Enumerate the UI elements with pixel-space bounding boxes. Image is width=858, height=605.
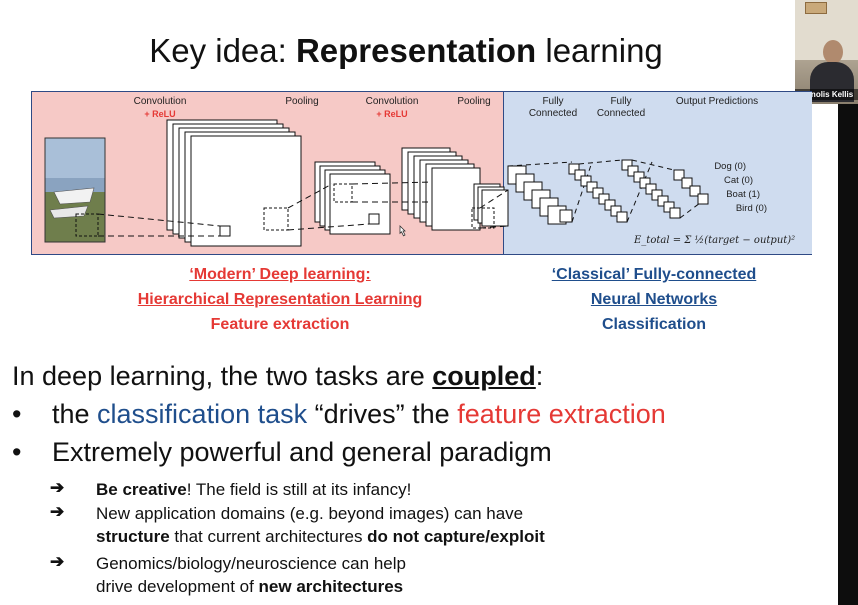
label-pool2: Pooling	[457, 96, 491, 107]
sub-2-line1: New application domains (e.g. beyond ima…	[96, 504, 524, 523]
main-statement-bold: coupled	[432, 361, 536, 391]
label-fc1-line1: Fully	[542, 96, 564, 107]
title-part1: Key idea:	[149, 32, 296, 69]
caption-left-line2: Hierarchical Representation Learning	[137, 291, 423, 308]
main-statement: In deep learning, the two tasks are coup…	[12, 361, 543, 392]
label-pool1: Pooling	[285, 96, 319, 107]
label-fc1: Fully Connected	[522, 96, 584, 120]
output-dog: Dog (0)	[714, 161, 746, 172]
output-boat: Boat (1)	[726, 189, 760, 200]
caption-right-line2: Neural Networks	[590, 291, 718, 308]
input-image-sky	[45, 138, 105, 178]
caption-left-line1: ‘Modern’ Deep learning:	[189, 266, 371, 283]
main-statement-end: :	[535, 361, 544, 391]
fc3-layer	[621, 159, 681, 219]
label-conv1: Convolution + ReLU	[120, 96, 200, 120]
caption-feature-extraction: ‘Modern’ Deep learning: Hierarchical Rep…	[80, 262, 480, 337]
sub-bullet-3-text: Genomics/biology/neuroscience can help d…	[96, 552, 406, 598]
output-cat: Cat (0)	[723, 175, 753, 186]
bullet-1-mid: “drives” the	[307, 399, 458, 429]
conv2-feature-maps	[401, 147, 481, 231]
slide-title: Key idea: Representation learning	[0, 32, 812, 70]
title-bold: Representation	[295, 32, 537, 69]
loss-formula: E_total = Σ ½(target − output)²	[634, 235, 796, 246]
label-fc1-line2: Connected	[528, 108, 578, 119]
caption-right-line3: Classification	[601, 316, 707, 333]
label-conv2-text: Convolution	[365, 96, 419, 107]
sub-bullet-2-text: New application domains (e.g. beyond ima…	[96, 502, 545, 548]
label-fc2-line1: Fully	[610, 96, 632, 107]
main-statement-text: In deep learning, the two tasks are	[12, 361, 433, 391]
output-bird: Bird (0)	[735, 203, 767, 214]
label-fc2: Fully Connected	[590, 96, 652, 120]
caption-left-line3: Feature extraction	[210, 316, 350, 333]
bullet-2-text: Extremely powerful and general paradigm	[52, 437, 552, 467]
sub-3-bold: new architectures	[258, 577, 404, 596]
sub-3-pre: drive development of	[96, 577, 259, 596]
sub-1-rest: ! The field is still at its infancy!	[186, 480, 412, 499]
mouse-cursor-icon	[399, 225, 406, 237]
bullet-1-text: the classification task “drives” the fea…	[52, 399, 666, 430]
label-output: Output Predictions	[675, 96, 759, 107]
caption-right-line1: ‘Classical’ Fully-connected	[551, 266, 757, 283]
webcam-person-head	[823, 40, 843, 64]
arrow-icon: ➔	[50, 502, 65, 521]
title-part2: learning	[536, 32, 663, 69]
sub-2-mid: that current architectures	[169, 527, 368, 546]
label-conv2-relu: + ReLU	[376, 109, 408, 119]
label-fc2-line2: Connected	[596, 108, 646, 119]
label-conv2: Convolution + ReLU	[352, 96, 432, 120]
label-conv1-text: Convolution	[133, 96, 187, 107]
bullet-dot-1: •	[12, 399, 22, 429]
sub-bullet-1-text: Be creative! The field is still at its i…	[96, 478, 411, 501]
sub-2-bold2: do not capture/exploit	[367, 527, 545, 546]
pool2-feature-maps	[473, 183, 509, 227]
cnn-diagram: Convolution + ReLU Pooling Convolution +…	[31, 91, 812, 255]
bullet-1-blue: classification task	[97, 399, 308, 429]
fc1-layer	[507, 165, 573, 225]
sub-2-bold1: structure	[96, 527, 170, 546]
label-conv1-relu: + ReLU	[144, 109, 176, 119]
conv1-feature-maps	[166, 119, 302, 247]
bullet-1-pre: the	[52, 399, 98, 429]
sub-1-bold: Be creative	[96, 480, 187, 499]
caption-classification: ‘Classical’ Fully-connected Neural Netwo…	[515, 262, 793, 337]
bullet-dot-2: •	[12, 437, 22, 467]
arrow-icon: ➔	[50, 552, 65, 571]
arrow-icon: ➔	[50, 478, 65, 497]
sub-3-line1: Genomics/biology/neuroscience can help	[96, 554, 406, 573]
webcam-picture-frame	[805, 2, 827, 14]
fc2-layer	[568, 163, 628, 223]
bullet-1-red: feature extraction	[457, 399, 666, 429]
